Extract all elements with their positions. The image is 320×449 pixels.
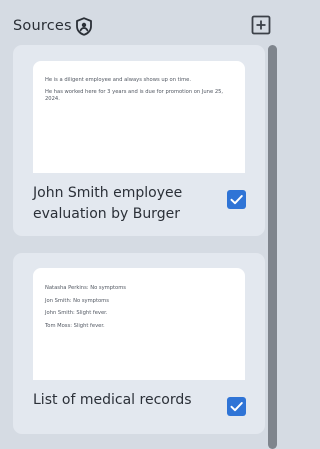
source-preview: Natasha Perkins: No symptoms Jon Smith: … [33, 268, 245, 380]
source-preview: He is a diligent employee and always sho… [33, 61, 245, 173]
source-card[interactable]: He is a diligent employee and always sho… [13, 45, 265, 236]
add-source-icon[interactable] [251, 15, 271, 35]
preview-line: Jon Smith: No symptoms [45, 297, 109, 304]
sources-header: Sources [0, 0, 283, 50]
preview-line: Tom Moss: Slight fever. [45, 322, 105, 329]
source-checkbox[interactable] [227, 190, 246, 209]
source-title: John Smith employee evaluation by Burger [33, 185, 183, 222]
check-icon [230, 402, 243, 412]
sources-title: Sources [13, 18, 72, 34]
scrollbar-thumb[interactable] [268, 45, 277, 449]
check-icon [230, 195, 243, 205]
preview-line: John Smith: Slight fever. [45, 310, 108, 317]
source-card[interactable]: Natasha Perkins: No symptoms Jon Smith: … [13, 253, 265, 434]
source-checkbox[interactable] [227, 397, 246, 416]
source-title: List of medical records [33, 392, 192, 408]
preview-line: He has worked here for 3 years and is du… [45, 89, 224, 102]
preview-line: He is a diligent employee and always sho… [45, 77, 192, 83]
shield-icon[interactable] [75, 17, 93, 36]
preview-line: Natasha Perkins: No symptoms [45, 285, 126, 291]
